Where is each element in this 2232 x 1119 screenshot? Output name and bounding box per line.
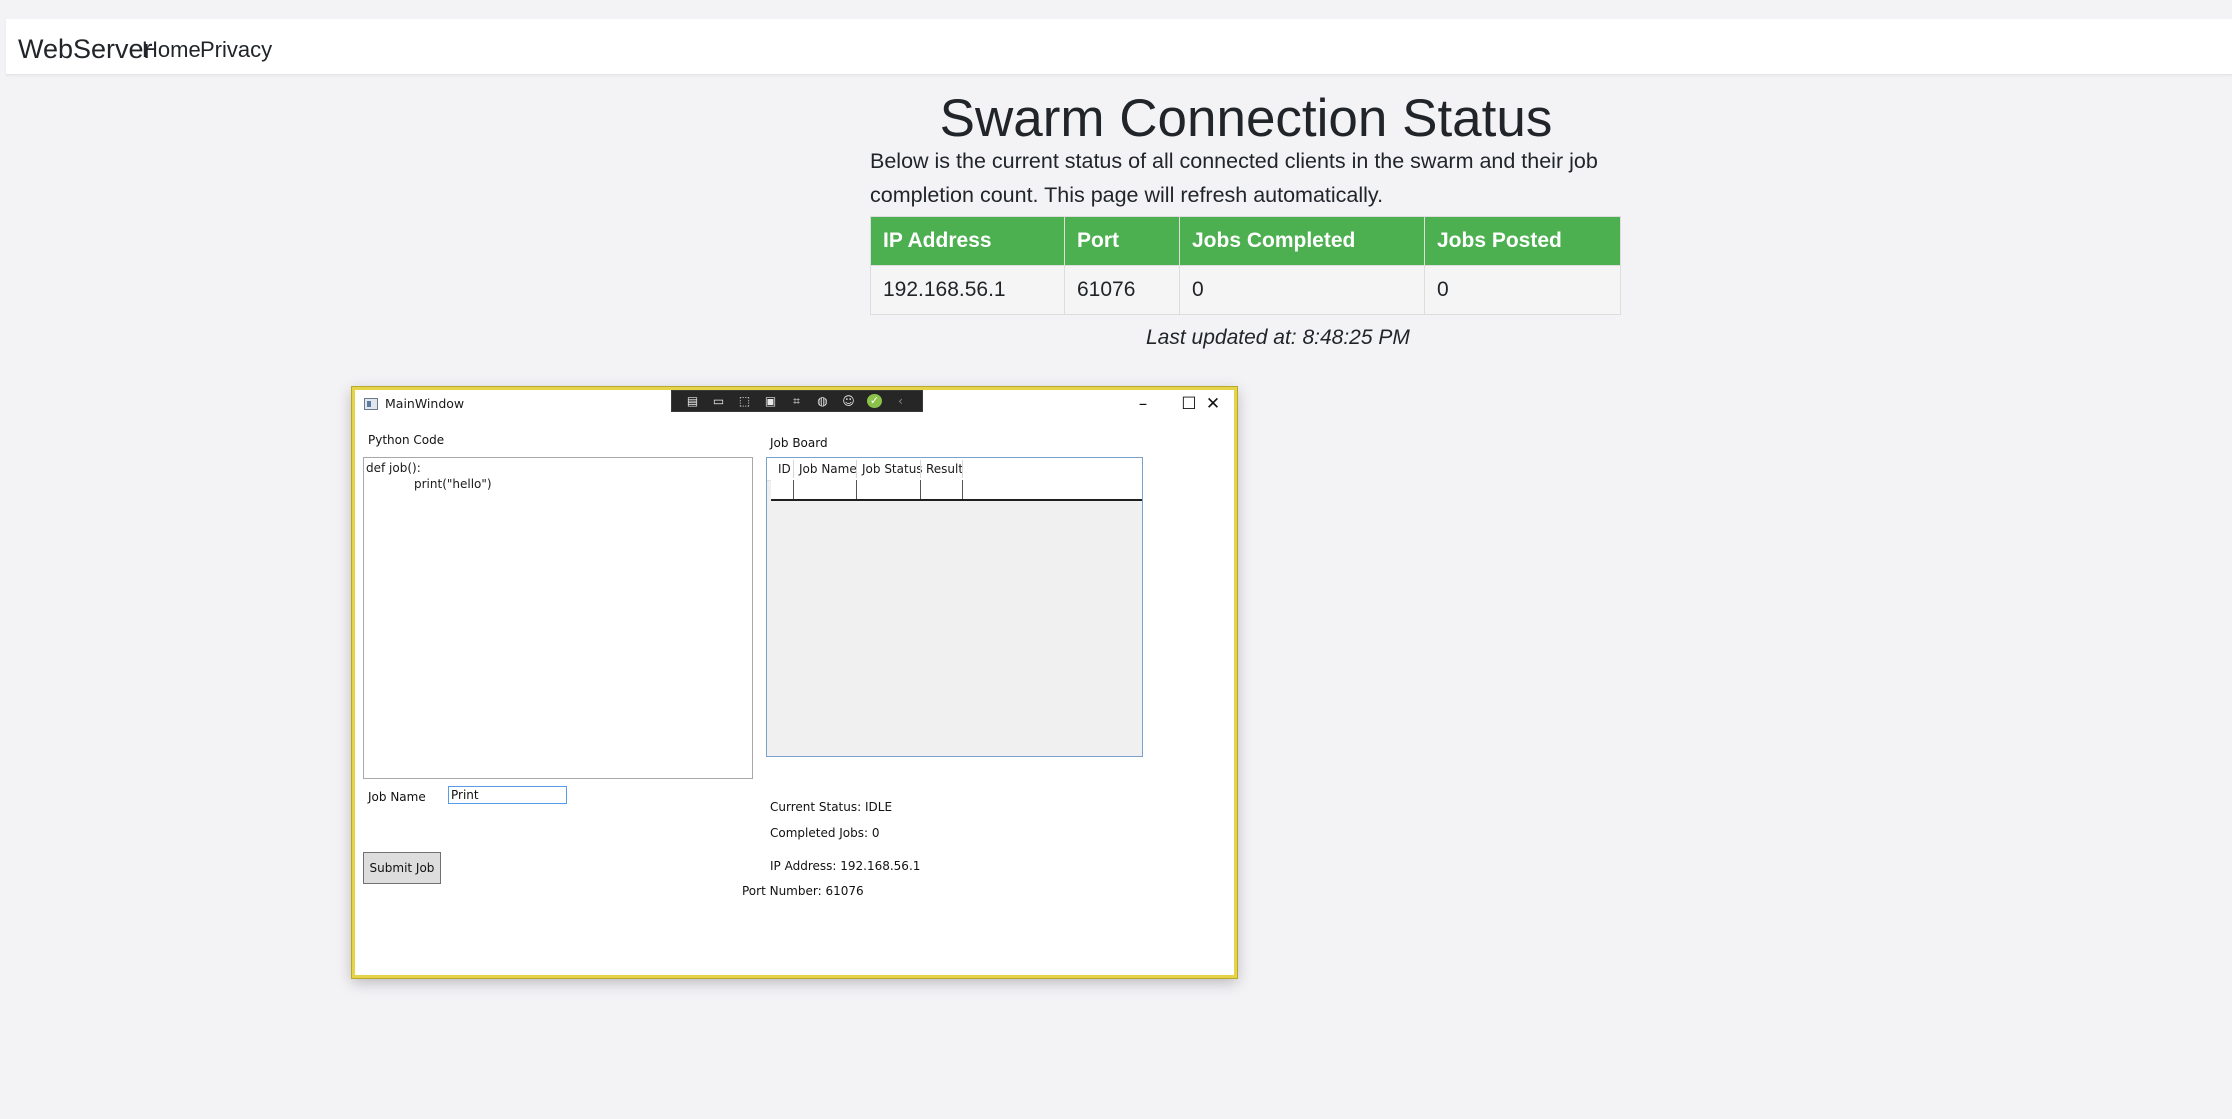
- completed-jobs-text: Completed Jobs: 0: [770, 826, 880, 840]
- python-code-editor[interactable]: def job(): print("hello"): [363, 457, 753, 779]
- column-divider: [920, 460, 921, 478]
- last-updated-text: Last updated at: 8:48:25 PM: [1146, 326, 1410, 349]
- cell-jobs-posted: 0: [1424, 265, 1621, 315]
- brand-link[interactable]: WebServer: [18, 34, 153, 65]
- column-divider: [856, 460, 857, 478]
- cell-port: 61076: [1064, 265, 1180, 315]
- window-app-icon: [364, 398, 378, 410]
- cell-divider: [962, 480, 963, 499]
- column-divider: [793, 460, 794, 478]
- table-row: 192.168.56.1 61076 0 0: [870, 265, 1621, 315]
- header-jobs-completed: Jobs Completed: [1179, 216, 1425, 266]
- hot-reload-icon[interactable]: ◍: [815, 394, 830, 408]
- grid-header-job-name[interactable]: Job Name: [799, 462, 857, 476]
- intro-text: Below is the current status of all conne…: [870, 149, 1598, 207]
- job-board-grid[interactable]: ID Job Name Job Status Result: [766, 457, 1143, 757]
- client-status-table: IP Address Port Jobs Completed Jobs Post…: [870, 216, 1621, 315]
- live-visual-tree-icon[interactable]: ▤: [685, 394, 700, 408]
- job-name-label: Job Name: [368, 790, 426, 804]
- code-line: def job():: [366, 461, 421, 475]
- minimize-button[interactable]: –: [1120, 390, 1166, 418]
- submit-job-button[interactable]: Submit Job: [363, 852, 441, 884]
- header-ip-address: IP Address: [870, 216, 1065, 266]
- column-divider: [962, 460, 963, 478]
- track-focus-icon[interactable]: ⌗: [789, 394, 804, 408]
- current-status-text: Current Status: IDLE: [770, 800, 893, 814]
- header-jobs-posted: Jobs Posted: [1424, 216, 1621, 266]
- close-button[interactable]: ✕: [1190, 390, 1236, 418]
- job-board-label: Job Board: [770, 436, 828, 450]
- record-icon[interactable]: ▭: [711, 394, 726, 408]
- header-port: Port: [1064, 216, 1180, 266]
- main-window[interactable]: MainWindow ▤ ▭ ⬚ ▣ ⌗ ◍ ☺ ✓ ‹ – ☐ ✕ Pytho…: [352, 387, 1237, 978]
- debug-toolbar: ▤ ▭ ⬚ ▣ ⌗ ◍ ☺ ✓ ‹: [671, 390, 923, 412]
- cell-divider: [793, 480, 794, 499]
- python-code-label: Python Code: [368, 433, 445, 447]
- page-title: Swarm Connection Status: [939, 89, 1553, 148]
- display-layout-adorners-icon[interactable]: ▣: [763, 394, 778, 408]
- nav-privacy-link[interactable]: Privacy: [200, 37, 272, 63]
- grid-header-row: ID Job Name Job Status Result: [767, 458, 1142, 481]
- port-number-text: Port Number: 61076: [742, 884, 864, 898]
- cell-jobs-completed: 0: [1179, 265, 1425, 315]
- check-icon[interactable]: ✓: [867, 394, 882, 408]
- accessibility-icon[interactable]: ☺: [841, 394, 856, 408]
- cell-ip-address: 192.168.56.1: [870, 265, 1065, 315]
- collapse-icon[interactable]: ‹: [893, 394, 908, 408]
- select-element-icon[interactable]: ⬚: [737, 394, 752, 408]
- grid-new-row[interactable]: [771, 480, 1142, 501]
- cell-divider: [856, 480, 857, 499]
- navbar: WebServer Home Privacy: [6, 19, 2232, 75]
- grid-header-result[interactable]: Result: [926, 462, 963, 476]
- job-name-input[interactable]: [448, 786, 567, 804]
- ip-address-text: IP Address: 192.168.56.1: [770, 859, 921, 873]
- grid-header-id[interactable]: ID: [778, 462, 791, 476]
- code-line: print("hello"): [414, 477, 492, 491]
- cell-divider: [920, 480, 921, 499]
- window-title: MainWindow: [385, 396, 465, 411]
- nav-home-link[interactable]: Home: [142, 37, 201, 63]
- table-header-row: IP Address Port Jobs Completed Jobs Post…: [870, 216, 1621, 266]
- grid-header-job-status[interactable]: Job Status: [862, 462, 923, 476]
